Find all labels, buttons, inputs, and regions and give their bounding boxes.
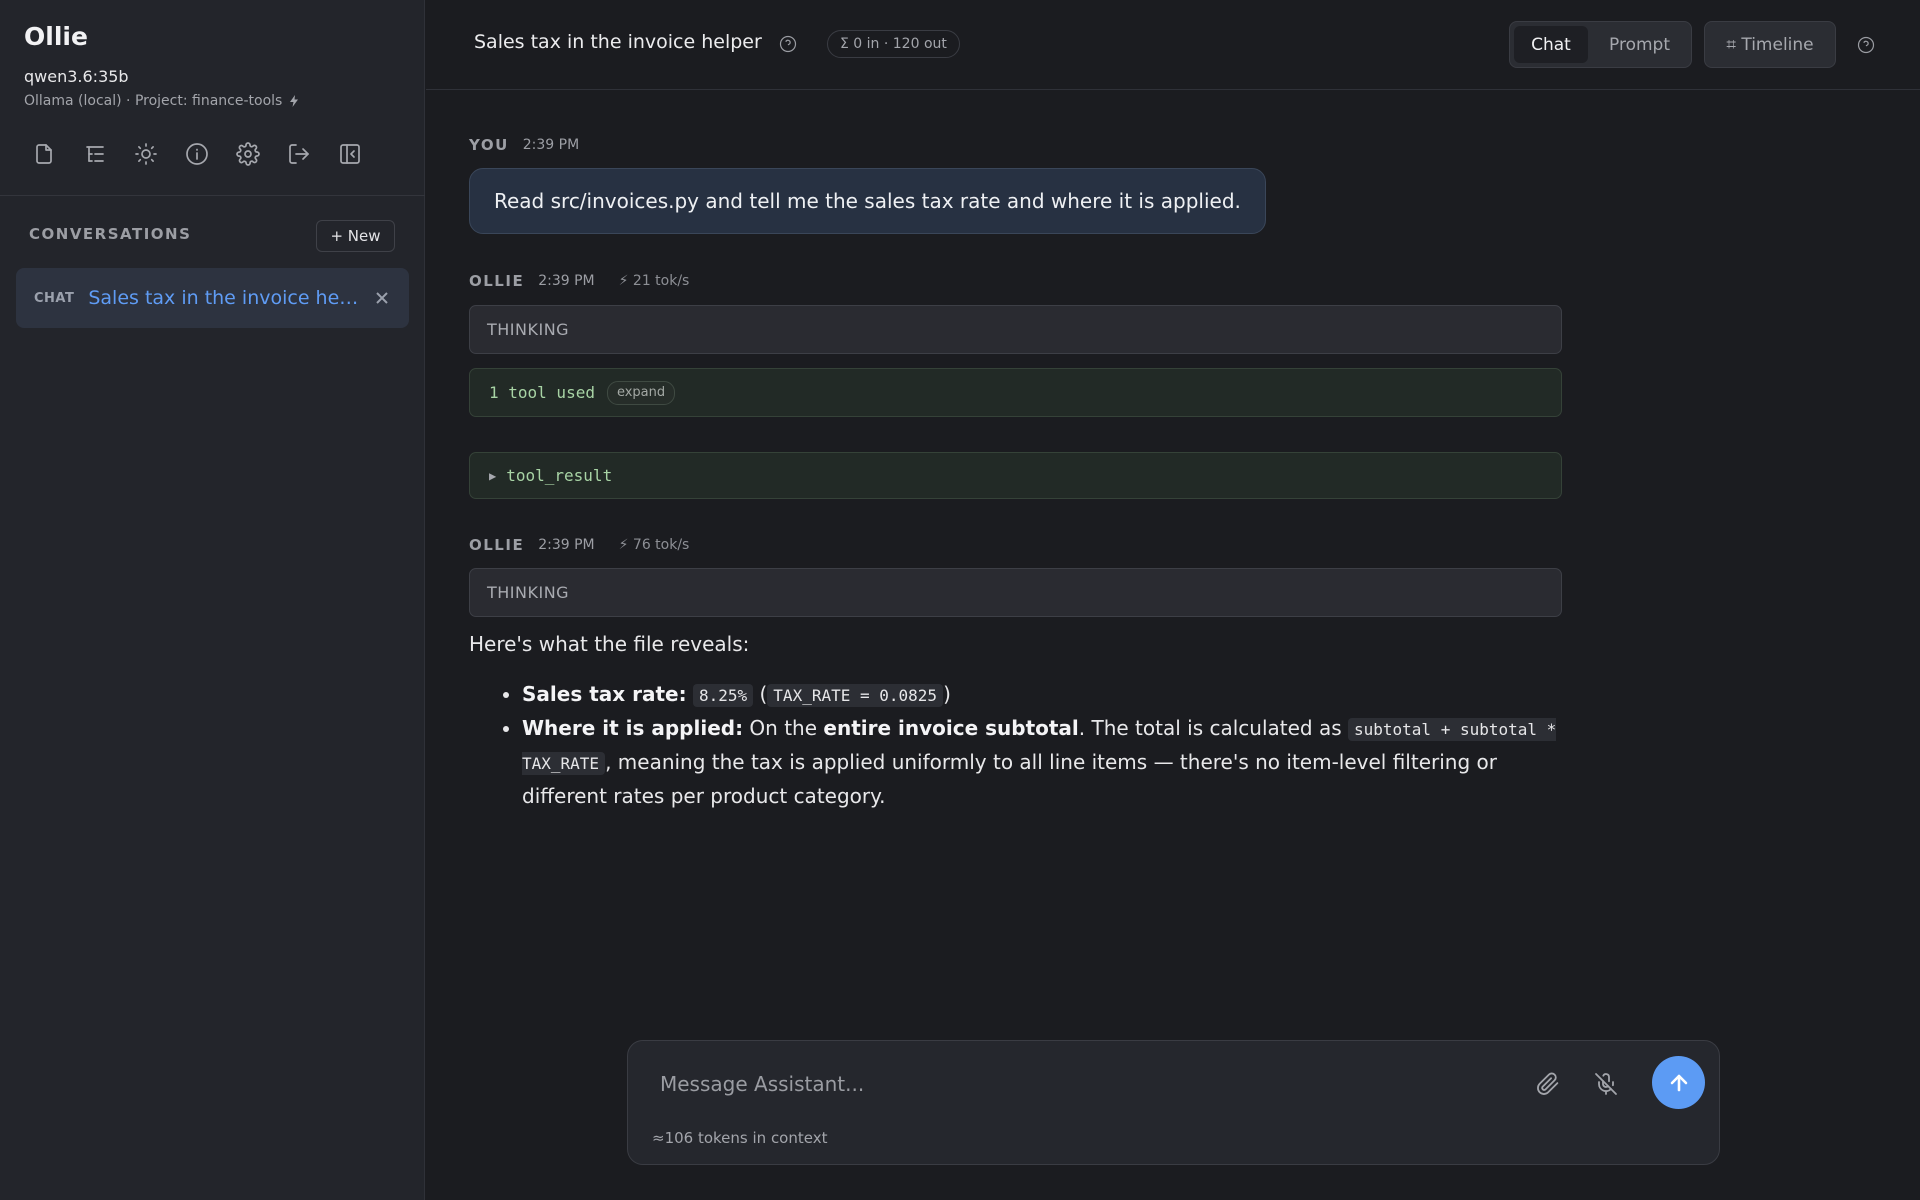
message-author: OLLIE	[469, 272, 525, 290]
message-author: YOU	[469, 136, 509, 154]
sidebar-toolbar	[30, 140, 364, 168]
list-item: Sales tax rate: 8.25% (TAX_RATE = 0.0825…	[522, 678, 1569, 712]
paperclip-icon[interactable]	[1533, 1069, 1563, 1099]
conversation-tag: CHAT	[34, 290, 75, 306]
thinking-block[interactable]: THINKING	[469, 568, 1562, 617]
gear-icon[interactable]	[234, 140, 262, 168]
chat-title: Sales tax in the invoice helper	[474, 31, 762, 53]
bullet-text: . The total is calculated as	[1078, 716, 1348, 740]
inline-code: TAX_RATE = 0.0825	[767, 684, 944, 707]
tool-result-block[interactable]: ▶ tool_result	[469, 452, 1562, 499]
provider-text: Ollama (local) · Project: finance-tools	[24, 93, 283, 109]
view-toggle: Chat Prompt	[1509, 21, 1692, 68]
inline-code: 8.25%	[692, 684, 754, 707]
app-title: Ollie	[24, 22, 88, 51]
answer-list: Sales tax rate: 8.25% (TAX_RATE = 0.0825…	[469, 678, 1569, 812]
token-speed: ⚡ 76 tok/s	[618, 537, 690, 553]
bullet-label: Sales tax rate:	[522, 682, 687, 706]
conversation-title: Sales tax in the invoice helper	[88, 287, 359, 309]
bolt-icon	[290, 95, 299, 107]
sidebar-divider	[0, 195, 425, 196]
help-icon[interactable]	[779, 35, 797, 57]
tab-prompt[interactable]: Prompt	[1592, 26, 1687, 63]
bullet-text: , meaning the tax is applied uniformly t…	[522, 750, 1497, 808]
token-speed: ⚡ 21 tok/s	[618, 273, 690, 289]
message-time: 2:39 PM	[522, 137, 580, 153]
expand-button[interactable]: expand	[606, 380, 676, 405]
conversation-item[interactable]: CHAT Sales tax in the invoice helper	[16, 268, 409, 328]
thinking-block[interactable]: THINKING	[469, 305, 1562, 354]
conversations-header: CONVERSATIONS	[29, 225, 192, 243]
tree-list-icon[interactable]	[81, 140, 109, 168]
message-composer: ≈106 tokens in context	[627, 1040, 1720, 1165]
bullet-text: On the	[743, 716, 824, 740]
message-meta: OLLIE 2:39 PM ⚡ 21 tok/s	[469, 272, 689, 290]
message-time: 2:39 PM	[538, 273, 595, 289]
provider-info: Ollama (local) · Project: finance-tools	[24, 93, 300, 109]
paren-close: )	[943, 682, 951, 706]
tool-usage-label: 1 tool used	[489, 383, 595, 402]
bullet-label: Where it is applied:	[522, 716, 744, 740]
message-time: 2:39 PM	[538, 537, 595, 553]
expand-triangle-icon: ▶	[489, 468, 497, 483]
tool-result-label: tool_result	[506, 466, 613, 485]
message-input[interactable]	[658, 1063, 1302, 1105]
message-meta: OLLIE 2:39 PM ⚡ 76 tok/s	[469, 536, 689, 554]
chat-header: Sales tax in the invoice helper Σ 0 in ·…	[426, 0, 1920, 90]
context-token-count: ≈106 tokens in context	[652, 1129, 828, 1147]
sidebar: Ollie qwen3.6:35b Ollama (local) · Proje…	[0, 0, 425, 1200]
mic-off-icon[interactable]	[1591, 1069, 1621, 1099]
tool-usage-block: 1 tool used expand	[469, 368, 1562, 417]
send-button[interactable]	[1652, 1056, 1705, 1109]
collapse-sidebar-icon[interactable]	[336, 140, 364, 168]
info-icon[interactable]	[183, 140, 211, 168]
message-meta: YOU 2:39 PM	[469, 136, 579, 154]
user-message: Read src/invoices.py and tell me the sal…	[469, 168, 1266, 234]
answer-intro: Here's what the file reveals:	[469, 632, 750, 656]
new-conversation-button[interactable]: + New	[316, 220, 395, 252]
message-author: OLLIE	[469, 536, 525, 554]
help-icon[interactable]	[1857, 36, 1875, 58]
bullet-emphasis: entire invoice subtotal	[823, 716, 1079, 740]
model-name: qwen3.6:35b	[24, 67, 129, 86]
assistant-answer: Here's what the file reveals: Sales tax …	[469, 628, 1569, 812]
arrow-up-icon	[1670, 1074, 1687, 1091]
timeline-button[interactable]: ⌗ Timeline	[1704, 21, 1836, 68]
tab-chat[interactable]: Chat	[1514, 26, 1588, 63]
close-icon[interactable]	[373, 289, 391, 307]
token-count-badge: Σ 0 in · 120 out	[827, 30, 960, 58]
list-item: Where it is applied: On the entire invoi…	[522, 712, 1569, 812]
sun-icon[interactable]	[132, 140, 160, 168]
logout-icon[interactable]	[285, 140, 313, 168]
file-icon[interactable]	[30, 140, 58, 168]
